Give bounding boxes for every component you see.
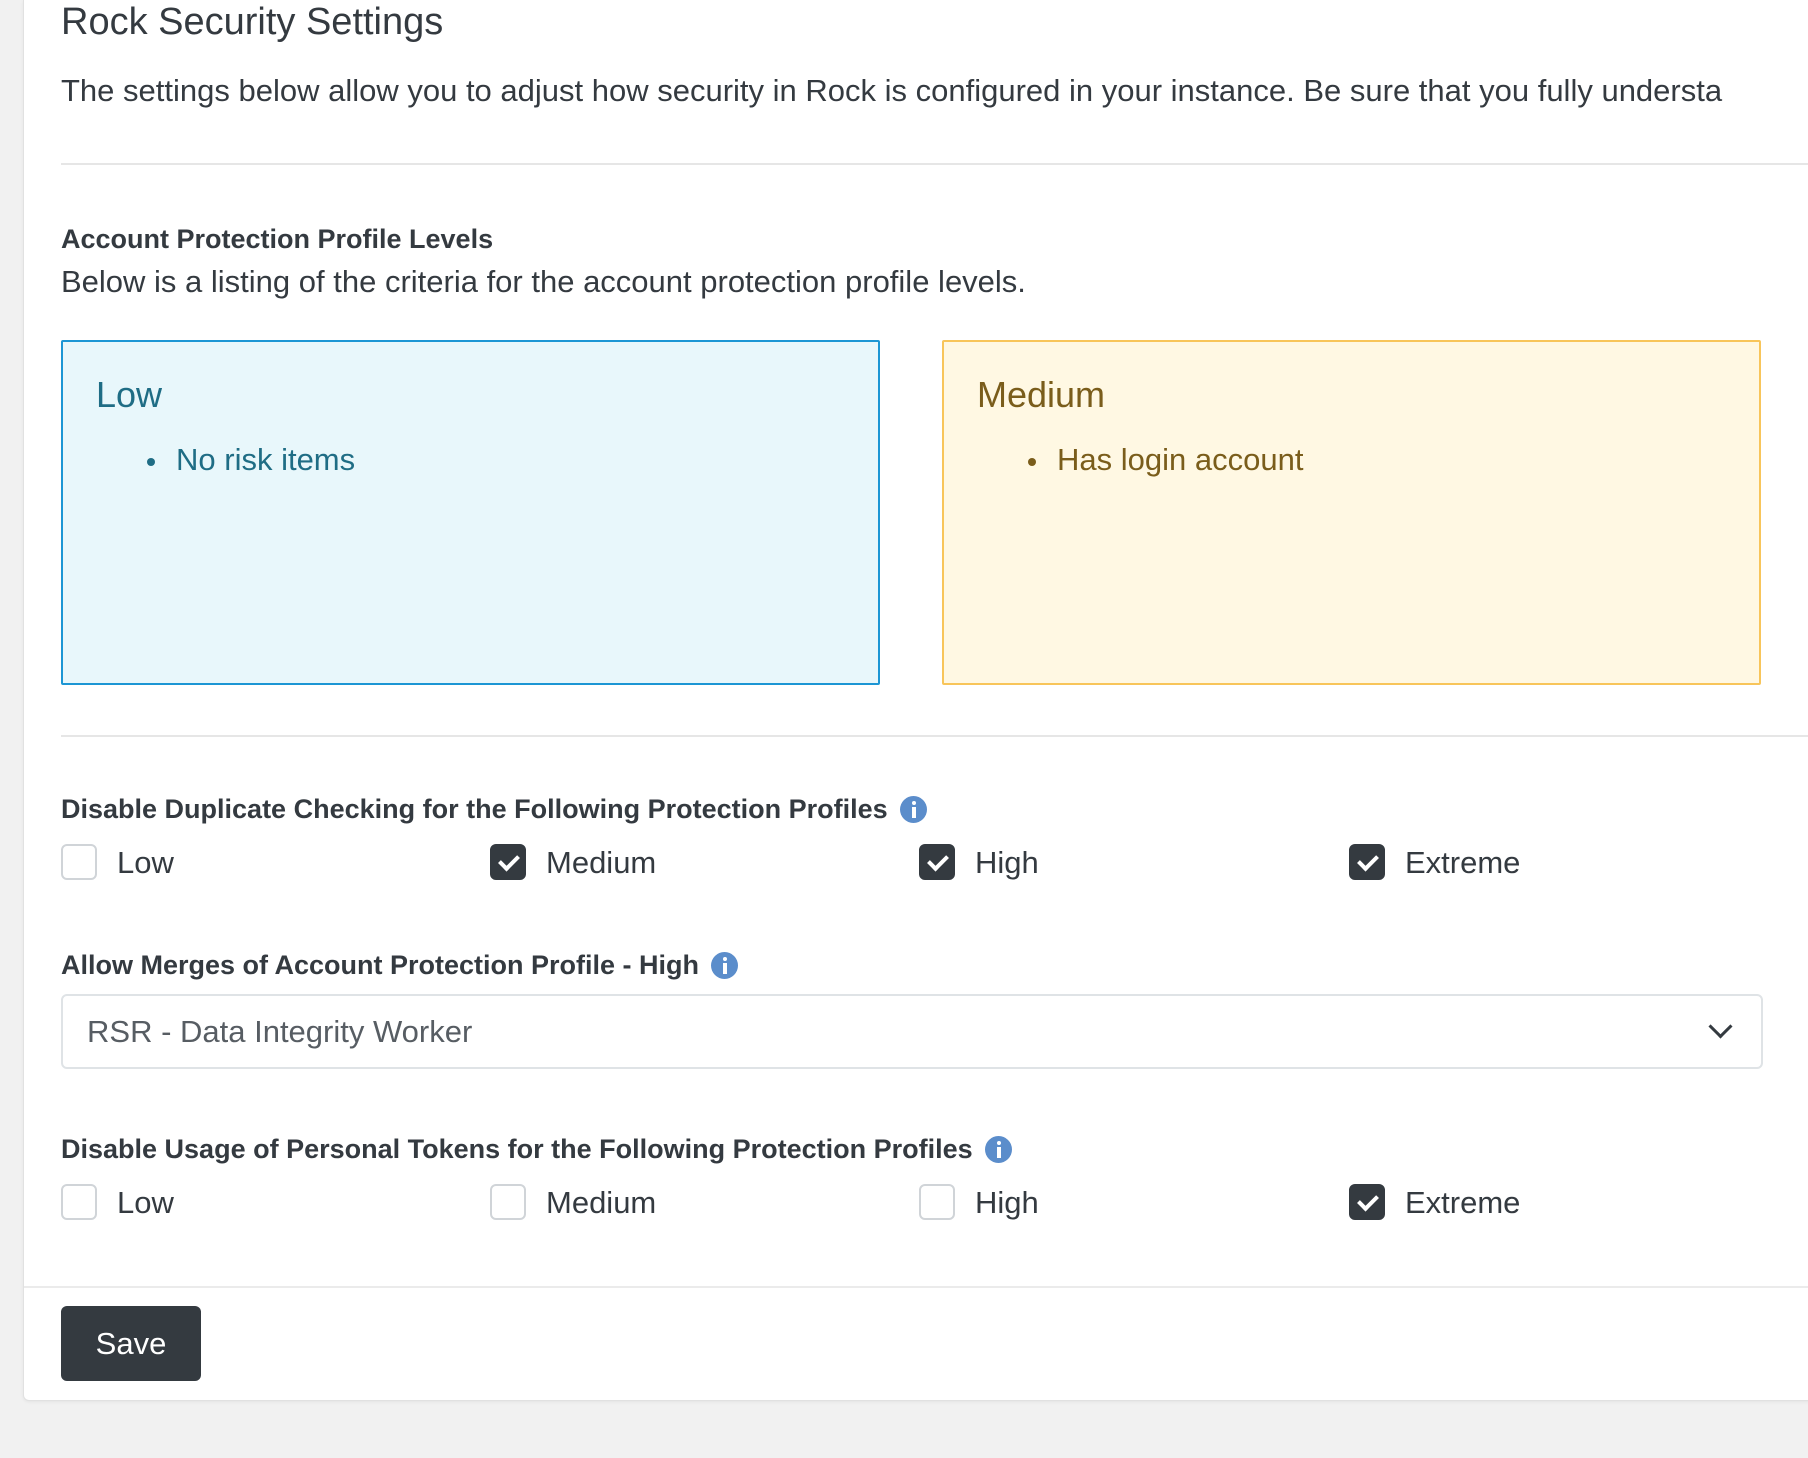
- checkbox-icon[interactable]: [1349, 844, 1385, 880]
- checkbox-icon[interactable]: [919, 1184, 955, 1220]
- profile-level-medium-card: Medium Has login account: [942, 340, 1761, 685]
- checkbox-icon[interactable]: [490, 1184, 526, 1220]
- duplicate-checking-options: Low Medium High Extreme: [61, 841, 1761, 885]
- checkbox-label: High: [975, 1185, 1039, 1220]
- personal-tokens-options: Low Medium High Extreme: [61, 1181, 1761, 1225]
- checkbox-label: Medium: [546, 1185, 657, 1220]
- personal-tokens-label: Disable Usage of Personal Tokens for the…: [61, 1134, 1012, 1165]
- checkbox-label: Extreme: [1405, 1185, 1521, 1220]
- chevron-down-icon[interactable]: [1708, 1014, 1733, 1039]
- bullet-icon: [147, 458, 155, 466]
- divider: [61, 735, 1808, 737]
- checkbox-label: Extreme: [1405, 845, 1521, 880]
- checkbox-icon[interactable]: [919, 844, 955, 880]
- checkbox-icon[interactable]: [1349, 1184, 1385, 1220]
- info-icon[interactable]: [984, 1136, 1012, 1163]
- profile-level-criteria-item: Has login account: [1057, 442, 1304, 477]
- checkbox-icon[interactable]: [490, 844, 526, 880]
- checkbox-label: High: [975, 845, 1039, 880]
- allow-merges-label: Allow Merges of Account Protection Profi…: [61, 950, 739, 981]
- profile-levels-description: Below is a listing of the criteria for t…: [61, 264, 1026, 299]
- allow-merges-select[interactable]: RSR - Data Integrity Worker: [61, 994, 1763, 1069]
- profile-levels-label: Account Protection Profile Levels: [61, 224, 494, 254]
- info-icon[interactable]: [711, 952, 739, 979]
- info-icon[interactable]: [899, 796, 927, 823]
- personal-tokens-label-text: Disable Usage of Personal Tokens for the…: [61, 1134, 973, 1164]
- allow-merges-label-text: Allow Merges of Account Protection Profi…: [61, 950, 700, 980]
- checkbox-label: Medium: [546, 845, 657, 880]
- footer-divider: [24, 1286, 1808, 1288]
- checkbox-icon[interactable]: [61, 1184, 97, 1220]
- duplicate-checking-label-text: Disable Duplicate Checking for the Follo…: [61, 794, 888, 824]
- profile-level-low-card: Low No risk items: [61, 340, 880, 685]
- page-intro: The settings below allow you to adjust h…: [61, 73, 1723, 108]
- checkbox-label: Low: [117, 845, 174, 880]
- profile-level-name: Medium: [977, 374, 1106, 415]
- security-settings-panel: Rock Security Settings The settings belo…: [23, 0, 1808, 1401]
- checkbox-icon[interactable]: [61, 844, 97, 880]
- page-title: Rock Security Settings: [61, 1, 444, 43]
- profile-level-criteria-item: No risk items: [176, 442, 356, 477]
- duplicate-checking-label: Disable Duplicate Checking for the Follo…: [61, 794, 927, 825]
- save-button[interactable]: Save: [61, 1306, 201, 1381]
- allow-merges-selected-value: RSR - Data Integrity Worker: [87, 1014, 473, 1049]
- checkbox-label: Low: [117, 1185, 174, 1220]
- divider: [61, 163, 1808, 165]
- profile-level-name: Low: [96, 374, 163, 415]
- bullet-icon: [1028, 458, 1036, 466]
